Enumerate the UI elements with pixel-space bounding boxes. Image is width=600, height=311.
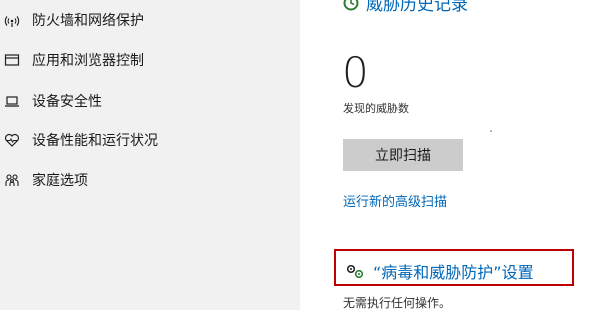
sidebar-item-label: 防火墙和网络保护 (32, 13, 144, 29)
sidebar-item-family-options[interactable]: 家庭选项 (0, 165, 300, 195)
settings-status-text: 无需执行任何操作。 (343, 296, 452, 310)
sidebar-item-device-security[interactable]: 设备安全性 (0, 86, 300, 116)
laptop-icon (3, 92, 21, 110)
divider-dot (490, 130, 492, 132)
threat-history-label: 威胁历史记录 (366, 0, 468, 15)
gears-icon (346, 264, 364, 279)
family-icon (3, 171, 21, 189)
sidebar-item-firewall[interactable]: 防火墙和网络保护 (0, 5, 300, 35)
settings-link-label: “病毒和威胁防护”设置 (373, 263, 534, 282)
browser-window-icon (3, 51, 21, 69)
history-icon (343, 0, 359, 10)
threat-count-label: 发现的威胁数 (343, 102, 409, 115)
sidebar-item-label: 应用和浏览器控制 (32, 53, 144, 69)
sidebar-nav: 防火墙和网络保护 应用和浏览器控制 设备安全性 设备性能和运行状况 家庭选项 (0, 0, 300, 310)
sidebar-item-label: 家庭选项 (32, 173, 88, 189)
advanced-scan-link[interactable]: 运行新的高级扫描 (343, 191, 447, 210)
scan-now-button[interactable]: 立即扫描 (343, 139, 463, 171)
sidebar-item-label: 设备安全性 (32, 94, 102, 110)
sidebar-item-label: 设备性能和运行状况 (32, 133, 158, 149)
heart-icon (3, 131, 21, 149)
threat-history-link[interactable]: 威胁历史记录 (342, 0, 468, 15)
main-content: 威胁历史记录 0 发现的威胁数 立即扫描 运行新的高级扫描 “病毒和威胁防护”设… (300, 0, 600, 310)
sidebar-item-device-performance[interactable]: 设备性能和运行状况 (0, 125, 300, 155)
virus-threat-settings-link[interactable]: “病毒和威胁防护”设置 (345, 259, 534, 283)
wifi-icon (3, 11, 21, 29)
threat-count: 0 (342, 48, 369, 97)
sidebar-item-app-browser-control[interactable]: 应用和浏览器控制 (0, 45, 300, 75)
